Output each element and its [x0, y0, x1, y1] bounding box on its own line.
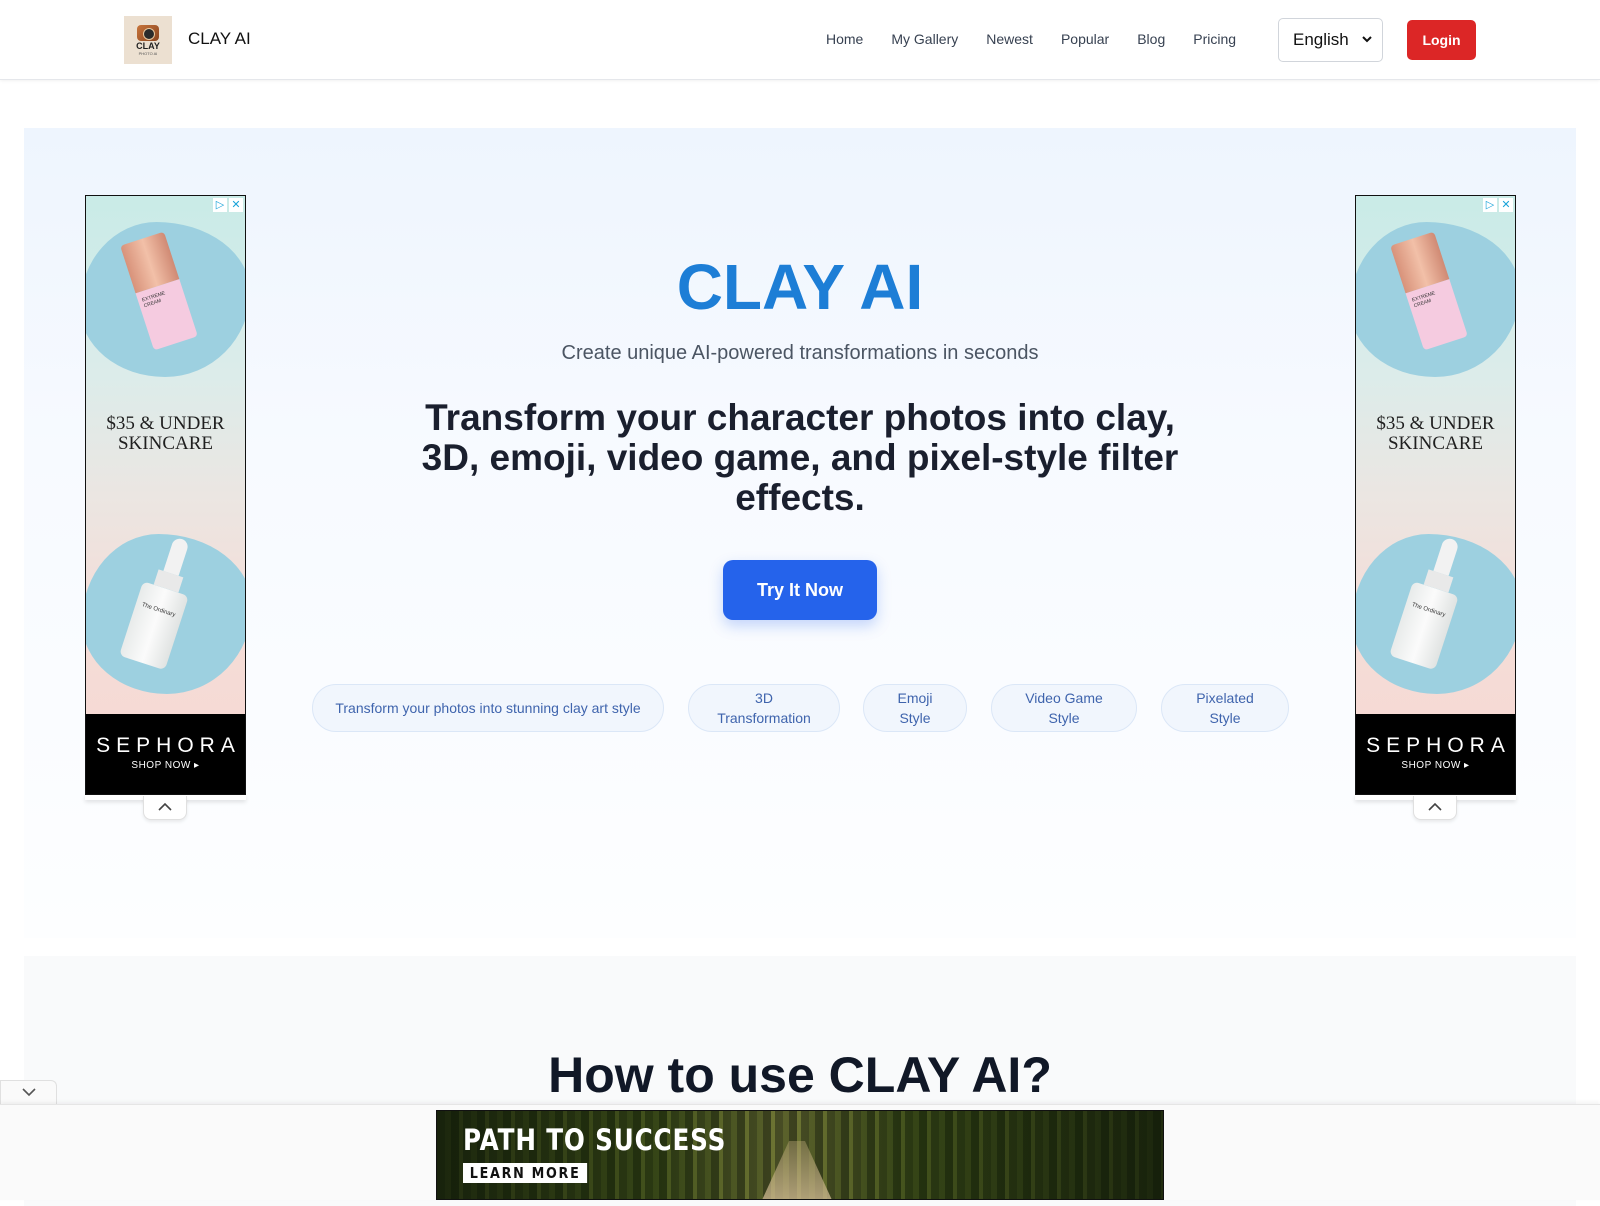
try-it-now-button[interactable]: Try It Now: [723, 560, 877, 620]
chevron-up-icon: [157, 799, 173, 817]
ad-footer: SEPHORA SHOP NOW ▸: [86, 714, 245, 794]
adchoices-icon[interactable]: ▷: [213, 198, 227, 212]
language-selected: English: [1293, 30, 1349, 49]
chevron-up-icon: [1427, 799, 1443, 817]
ad-headline-line1: $35 & UNDER: [106, 413, 225, 434]
adchoices-icon[interactable]: ▷: [1483, 198, 1497, 212]
ad-footer: SEPHORA SHOP NOW ▸: [1356, 714, 1515, 794]
collapse-ad-button[interactable]: [143, 796, 187, 820]
login-button[interactable]: Login: [1407, 20, 1476, 60]
ad-headline-line2: SKINCARE: [117, 433, 213, 454]
banner-title: PATH TO SUCCESS: [463, 1123, 727, 1157]
forest-path-image: [757, 1141, 837, 1199]
nav-home[interactable]: Home: [826, 31, 863, 47]
feature-tag[interactable]: Transform your photos into stunning clay…: [312, 684, 664, 732]
chevron-down-icon: [21, 1084, 37, 1102]
ad-headline: $35 & UNDER SKINCARE: [86, 414, 245, 454]
nav-popular[interactable]: Popular: [1061, 31, 1109, 47]
how-to-title: How to use CLAY AI?: [548, 1047, 1052, 1103]
nav-pricing[interactable]: Pricing: [1193, 31, 1236, 47]
ad-shop-now[interactable]: SHOP NOW ▸: [1356, 760, 1515, 771]
ad-brand: SEPHORA: [1366, 734, 1511, 757]
logo-text: CLAY: [136, 40, 160, 51]
feature-tag[interactable]: Pixelated Style: [1161, 684, 1289, 732]
ad-choices: ▷ ✕: [1483, 198, 1513, 212]
left-side-ad[interactable]: EXTREME CREAM ▷ ✕ $35 & UNDER SKINCARE T…: [85, 195, 246, 795]
nav-newest[interactable]: Newest: [986, 31, 1033, 47]
ad-headline: $35 & UNDER SKINCARE: [1356, 414, 1515, 454]
language-select[interactable]: English: [1278, 18, 1383, 62]
feature-tag[interactable]: Video Game Style: [991, 684, 1137, 732]
nav-my-gallery[interactable]: My Gallery: [891, 31, 958, 47]
hero-description: Transform your character photos into cla…: [421, 397, 1179, 518]
ad-headline-line2: SKINCARE: [1387, 433, 1483, 454]
camera-icon: [137, 24, 159, 41]
ad-headline-line1: $35 & UNDER: [1376, 413, 1495, 434]
ad-shop-now[interactable]: SHOP NOW ▸: [86, 760, 245, 771]
right-side-ad[interactable]: EXTREME CREAM ▷ ✕ $35 & UNDER SKINCARE T…: [1355, 195, 1516, 795]
collapse-ad-button[interactable]: [1413, 796, 1457, 820]
collapse-anchor-ad-button[interactable]: [0, 1080, 57, 1105]
logo-subtext: PHOTO AI: [138, 50, 158, 56]
nav-blog[interactable]: Blog: [1137, 31, 1165, 47]
feature-tag[interactable]: Emoji Style: [863, 684, 967, 732]
learn-more-button[interactable]: LEARN MORE: [463, 1163, 588, 1183]
logo[interactable]: CLAY PHOTO AI: [124, 16, 172, 64]
close-icon[interactable]: ✕: [1499, 198, 1513, 212]
chevron-down-icon: [1362, 34, 1372, 46]
ad-brand: SEPHORA: [96, 734, 241, 757]
feature-tag[interactable]: 3D Transformation: [688, 684, 840, 732]
ad-choices: ▷ ✕: [213, 198, 243, 212]
main-nav: Home My Gallery Newest Popular Blog Pric…: [826, 31, 1236, 47]
brand-name[interactable]: CLAY AI: [188, 29, 251, 49]
site-header: CLAY PHOTO AI CLAY AI Home My Gallery Ne…: [0, 0, 1600, 80]
anchor-ad-banner[interactable]: PATH TO SUCCESS LEARN MORE: [436, 1110, 1164, 1200]
close-icon[interactable]: ✕: [229, 198, 243, 212]
